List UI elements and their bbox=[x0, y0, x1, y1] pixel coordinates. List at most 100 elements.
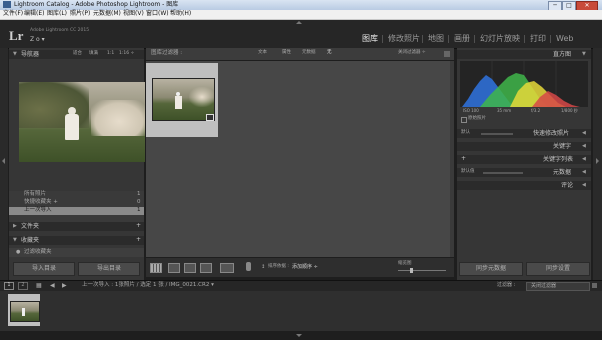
photo-grid bbox=[146, 61, 450, 257]
slider-handle[interactable] bbox=[410, 268, 413, 273]
metadata-preset[interactable]: 默认值 bbox=[461, 169, 475, 175]
collapse-triangle-icon[interactable]: ▼ bbox=[13, 238, 17, 243]
collections-title: 收藏夹 bbox=[21, 236, 40, 244]
filmstrip-thumbnail[interactable] bbox=[10, 301, 40, 322]
catalog-item-label: 所有照片 bbox=[24, 191, 47, 197]
compare-view-icon[interactable] bbox=[184, 263, 196, 273]
comments-header[interactable]: 评论 ◀ bbox=[457, 181, 591, 190]
user-menu[interactable]: Z o ▾ bbox=[30, 37, 45, 43]
add-folder-button[interactable]: + bbox=[136, 223, 141, 229]
filter-metadata[interactable]: 元数据 bbox=[302, 50, 316, 56]
original-photo-checkbox[interactable] bbox=[461, 117, 467, 123]
import-button[interactable]: 导入目录 bbox=[13, 262, 75, 276]
keyword-list-header[interactable]: + 关键字列表 ◀ bbox=[457, 155, 591, 164]
zoom-custom[interactable]: 1:16 ÷ bbox=[119, 51, 134, 57]
filter-text[interactable]: 文本 bbox=[258, 50, 267, 56]
module-web[interactable]: Web bbox=[556, 35, 573, 43]
grid-view-icon[interactable] bbox=[150, 263, 162, 273]
metadata-header[interactable]: 默认值 元数据 ◀ bbox=[457, 168, 591, 177]
keywording-header[interactable]: 关键字 ◀ bbox=[457, 142, 591, 151]
module-book[interactable]: 画册 bbox=[454, 35, 470, 43]
menu-file[interactable]: 文件(F) bbox=[3, 11, 23, 17]
title-bar: Lightroom Catalog - Adobe Photoshop Ligh… bbox=[0, 0, 602, 11]
collapse-right-icon[interactable] bbox=[596, 158, 599, 164]
people-view-icon[interactable] bbox=[220, 263, 234, 273]
menu-view[interactable]: 视图(V) bbox=[123, 11, 144, 17]
filmstrip-bar: 1 2 ▦ ◀ ▶ 上一次导入 : 1张照片 / 选定 1 张 / IMG_00… bbox=[0, 280, 602, 291]
collapse-bottom-icon[interactable] bbox=[296, 334, 302, 337]
grid-scrollbar[interactable] bbox=[450, 61, 454, 257]
forward-icon[interactable]: ▶ bbox=[62, 283, 67, 289]
sync-metadata-button[interactable]: 同步元数据 bbox=[459, 262, 523, 276]
expand-triangle-icon[interactable]: ◀ bbox=[582, 144, 586, 149]
quick-develop-preset[interactable]: 默认 bbox=[461, 130, 470, 136]
expand-triangle-icon[interactable]: ◀ bbox=[582, 157, 586, 162]
collapse-left-icon[interactable] bbox=[2, 158, 5, 164]
filmstrip-cell[interactable] bbox=[8, 294, 40, 326]
export-button[interactable]: 导出目录 bbox=[78, 262, 140, 276]
filmstrip bbox=[0, 291, 602, 331]
collapse-top-icon[interactable] bbox=[296, 21, 302, 24]
grid-mode-icon[interactable]: ▦ bbox=[36, 283, 42, 289]
comments-title: 评论 bbox=[561, 181, 574, 189]
grid-cell-selected[interactable] bbox=[146, 63, 218, 137]
badge-icon bbox=[206, 114, 214, 121]
catalog-quick-collection[interactable]: 快捷收藏夹 + 0 bbox=[9, 199, 144, 207]
left-panel: ▼ 导航器 适合 填满 1:1 1:16 ÷ 所有照片 1 快捷收藏夹 + 0 … bbox=[9, 48, 145, 280]
loupe-view-icon[interactable] bbox=[168, 263, 180, 273]
folders-title: 文件夹 bbox=[21, 222, 40, 230]
module-library[interactable]: 图库 bbox=[362, 35, 378, 43]
survey-view-icon[interactable] bbox=[200, 263, 212, 273]
catalog-previous-import[interactable]: 上一次导入 1 bbox=[9, 207, 144, 215]
menu-photo[interactable]: 照片(P) bbox=[70, 11, 90, 17]
filter-none[interactable]: 无 bbox=[327, 50, 332, 56]
expand-triangle-icon[interactable]: ◀ bbox=[582, 183, 586, 188]
add-keyword-button[interactable]: + bbox=[461, 156, 466, 162]
add-collection-button[interactable]: + bbox=[136, 237, 141, 243]
quick-develop-header[interactable]: 默认 快速修改照片 ◀ bbox=[457, 129, 591, 138]
collections-header[interactable]: ▼ 收藏夹 + bbox=[9, 236, 144, 245]
catalog-item-label: 上一次导入 bbox=[24, 207, 52, 213]
navigator-header[interactable]: ▼ 导航器 适合 填满 1:1 1:16 ÷ bbox=[9, 50, 144, 59]
quick-develop-title: 快速修改照片 bbox=[533, 129, 570, 137]
filter-lock-icon[interactable] bbox=[592, 283, 597, 288]
sort-icon[interactable]: ↕ bbox=[261, 265, 265, 270]
filter-attribute[interactable]: 属性 bbox=[282, 50, 291, 56]
histogram-chart bbox=[460, 61, 588, 107]
menu-edit[interactable]: 编辑(E) bbox=[24, 11, 44, 17]
painter-icon[interactable] bbox=[246, 262, 251, 271]
histogram-header[interactable]: 直方图 ▼ bbox=[457, 50, 591, 59]
collapse-triangle-icon[interactable]: ▼ bbox=[582, 52, 586, 57]
sort-dropdown[interactable]: 添加顺序 ÷ bbox=[292, 265, 318, 270]
page-1-button[interactable]: 1 bbox=[4, 282, 14, 290]
page-2-button[interactable]: 2 bbox=[18, 282, 28, 290]
filter-preset[interactable]: 关闭过滤器 ÷ bbox=[398, 50, 426, 56]
menu-window[interactable]: 窗口(W) bbox=[146, 11, 169, 17]
menu-help[interactable]: 帮助(H) bbox=[170, 11, 191, 17]
thumbnail-size-slider[interactable] bbox=[398, 268, 446, 273]
module-develop[interactable]: 修改照片 bbox=[388, 35, 420, 43]
filmstrip-filter-dropdown[interactable]: 关闭过滤器 bbox=[526, 282, 590, 291]
menu-library[interactable]: 图库(L) bbox=[47, 11, 67, 17]
zoom-1-1[interactable]: 1:1 bbox=[107, 51, 114, 57]
expand-triangle-icon[interactable]: ▶ bbox=[13, 224, 17, 229]
expand-triangle-icon[interactable]: ◀ bbox=[582, 131, 586, 136]
expand-triangle-icon[interactable]: ◀ bbox=[582, 170, 586, 175]
module-slideshow[interactable]: 幻灯片放映 bbox=[480, 35, 520, 43]
filmstrip-source[interactable]: 上一次导入 : 1张照片 / 选定 1 张 / IMG_0021.CR2 ▾ bbox=[82, 282, 214, 289]
zoom-fit[interactable]: 适合 bbox=[73, 51, 82, 57]
menu-metadata[interactable]: 元数据(M) bbox=[93, 11, 121, 17]
back-icon[interactable]: ◀ bbox=[50, 283, 55, 289]
right-panel: 直方图 ▼ ISO 100 35 mm f/3.2 1/800 秒 原始照片 默… bbox=[457, 48, 591, 280]
module-print[interactable]: 打印 bbox=[530, 35, 546, 43]
sync-settings-button[interactable]: 同步设置 bbox=[526, 262, 590, 276]
collapse-triangle-icon[interactable]: ▼ bbox=[13, 52, 17, 57]
collection-item[interactable]: ● 过滤收藏夹 bbox=[9, 248, 144, 257]
filter-lock-icon[interactable] bbox=[444, 51, 450, 57]
zoom-fill[interactable]: 填满 bbox=[89, 51, 98, 57]
module-map[interactable]: 地图 bbox=[428, 35, 444, 43]
quick-develop-preset-bar bbox=[481, 133, 513, 135]
folders-header[interactable]: ▶ 文件夹 + bbox=[9, 222, 144, 231]
navigator-preview[interactable] bbox=[19, 82, 145, 162]
catalog-all-photos[interactable]: 所有照片 1 bbox=[9, 191, 144, 199]
